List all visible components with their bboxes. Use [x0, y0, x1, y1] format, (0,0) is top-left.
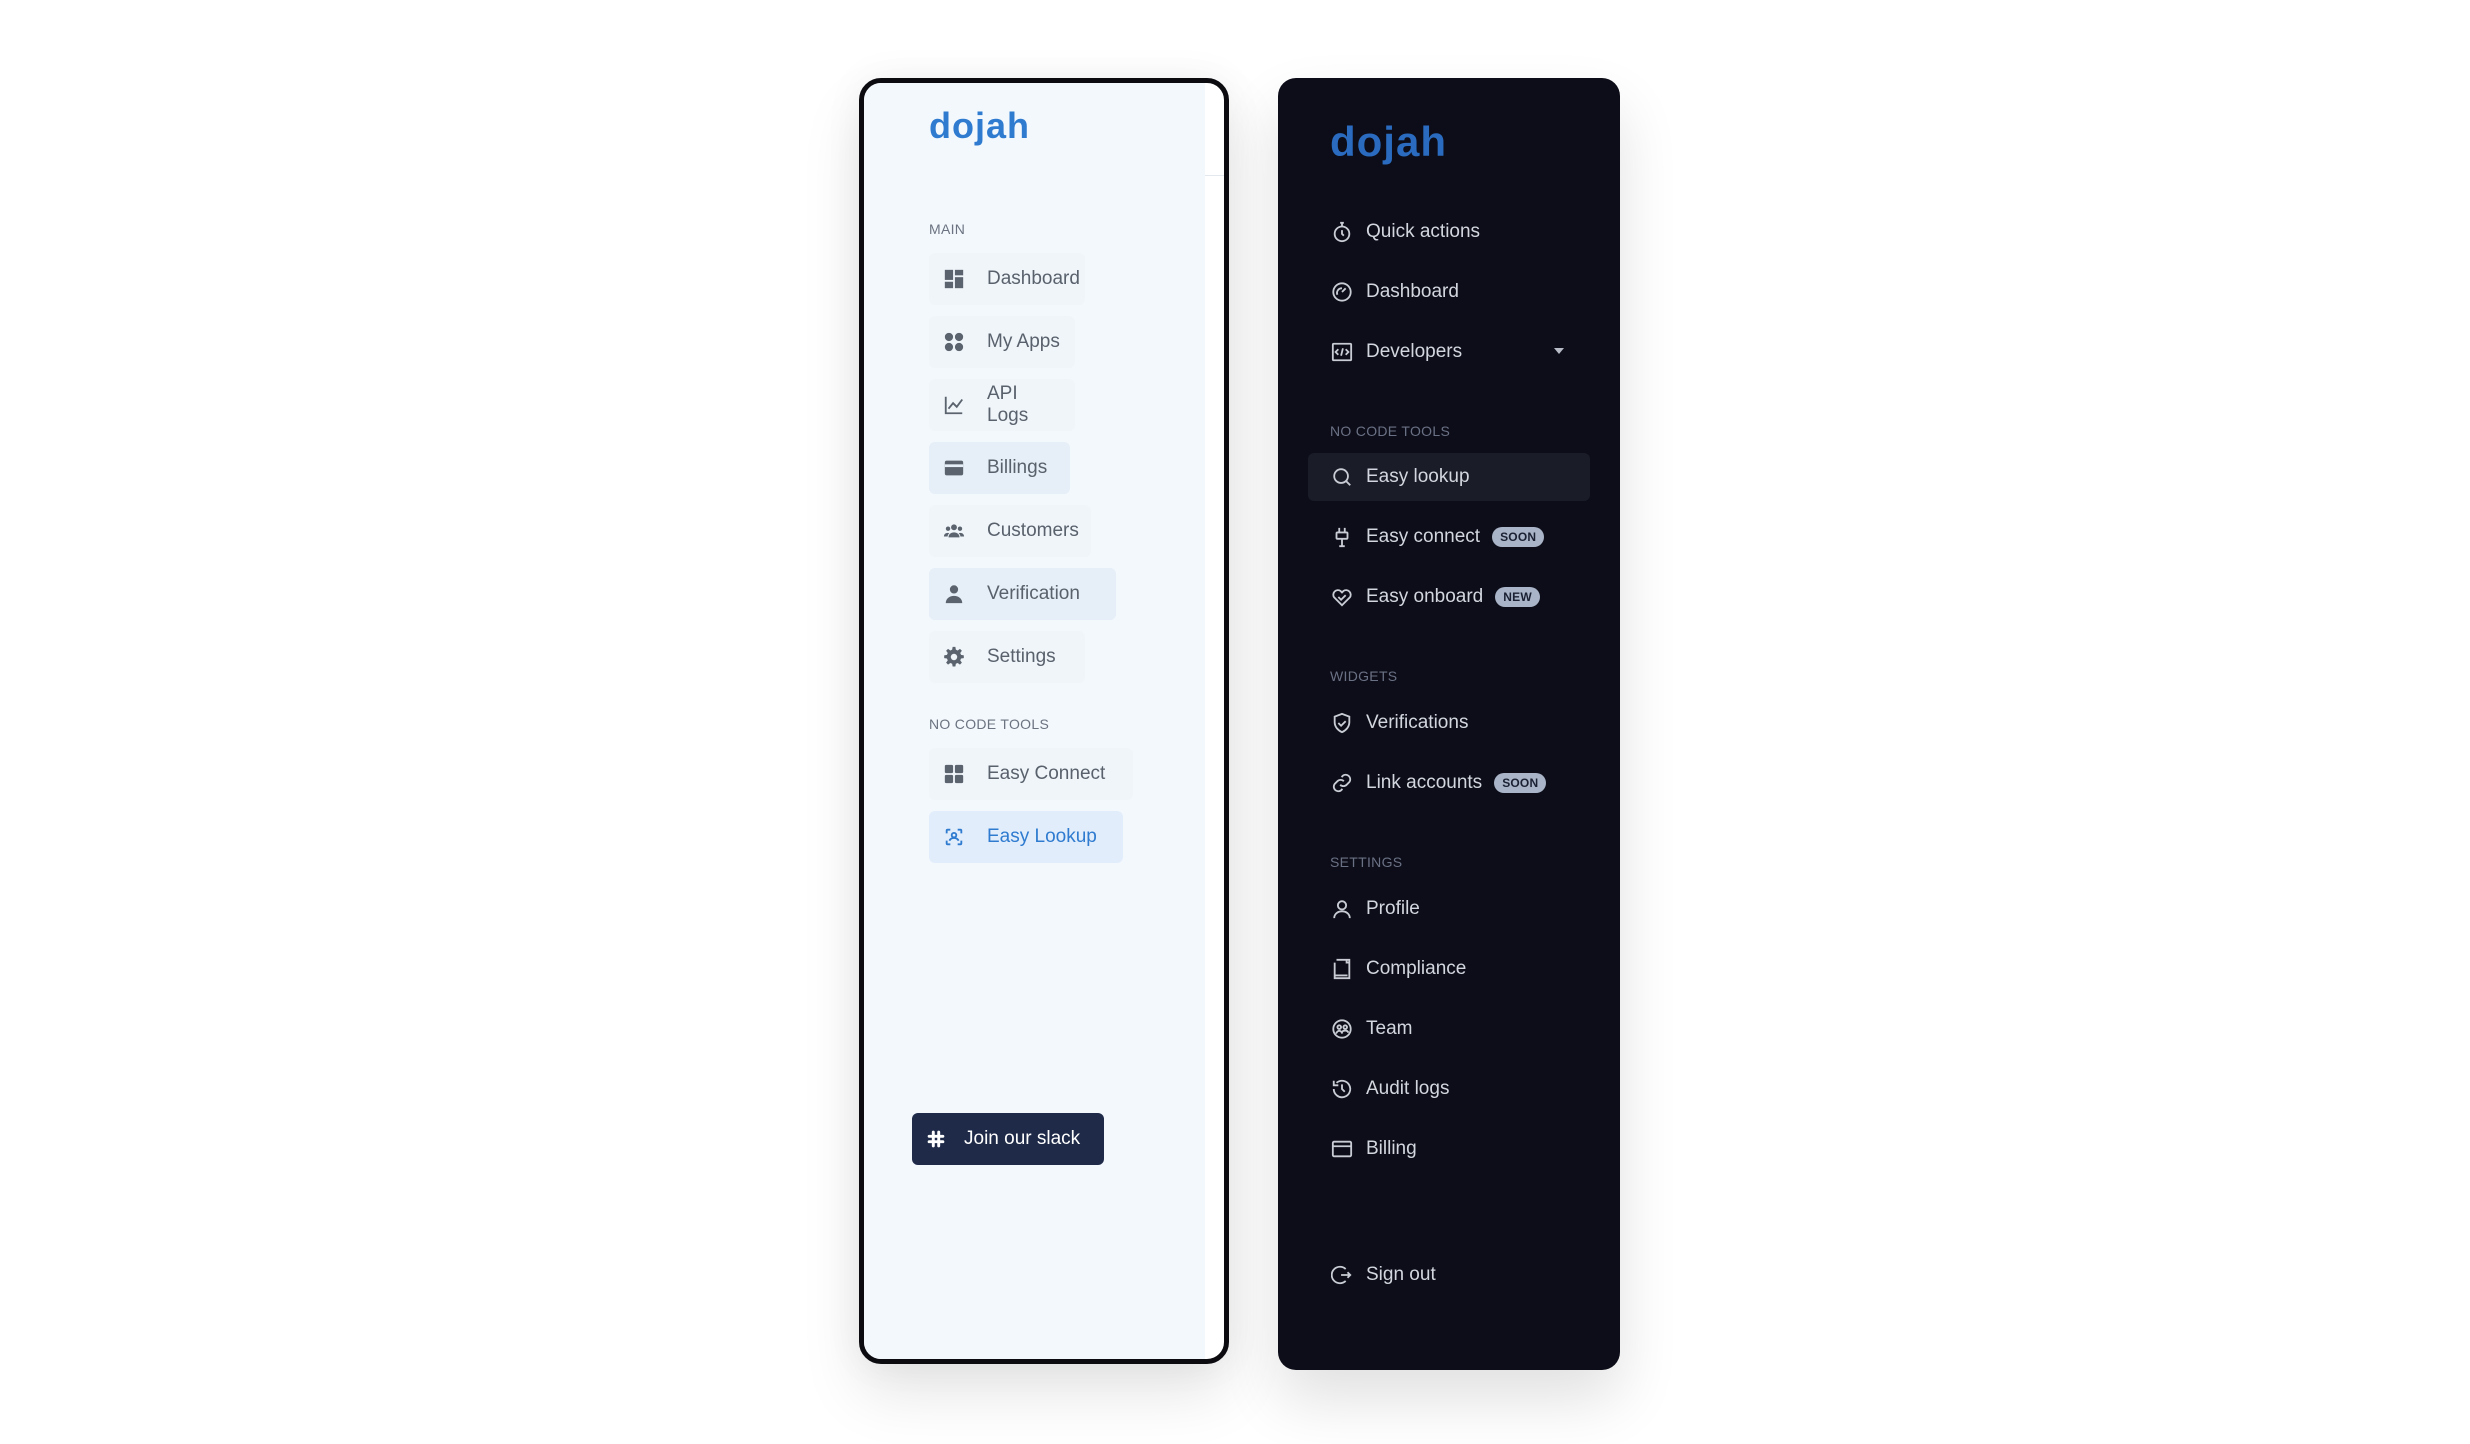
nav-item-easy-connect[interactable]: Easy Connect — [929, 748, 1133, 800]
nav-item-link-accounts[interactable]: Link accounts SOON — [1308, 759, 1590, 807]
nav-item-easy-lookup[interactable]: Easy Lookup — [929, 811, 1123, 863]
nav-item-settings[interactable]: Settings — [929, 631, 1085, 683]
history-icon — [1330, 1077, 1354, 1101]
nav-item-compliance[interactable]: Compliance — [1308, 945, 1590, 993]
nav-item-label: Easy Lookup — [987, 826, 1097, 847]
nav-item-billings[interactable]: Billings — [929, 442, 1070, 494]
shield-check-icon — [1330, 711, 1354, 735]
nav-item-label: Sign out — [1366, 1264, 1436, 1285]
nav-item-billing[interactable]: Billing — [1308, 1125, 1590, 1173]
nav-item-profile[interactable]: Profile — [1308, 885, 1590, 933]
nav-item-label: Billing — [1366, 1138, 1417, 1159]
apps-icon — [943, 331, 965, 353]
nav-item-verification[interactable]: Verification — [929, 568, 1116, 620]
plug-icon — [1330, 525, 1354, 549]
section-label-main: MAIN — [929, 221, 966, 237]
nav-item-label: Easy connect — [1366, 526, 1481, 547]
user-icon — [1330, 897, 1354, 921]
nav-item-my-apps[interactable]: My Apps — [929, 316, 1075, 368]
handshake-icon — [1330, 585, 1354, 609]
nav-item-verifications[interactable]: Verifications — [1308, 699, 1590, 747]
nav-item-label: Developers — [1366, 341, 1463, 362]
dashboard-icon — [943, 268, 965, 290]
link-icon — [1330, 771, 1354, 795]
nav-item-label: Customers — [987, 520, 1079, 541]
chart-icon — [943, 394, 965, 416]
nav-item-label: Settings — [987, 646, 1056, 667]
join-slack-button[interactable]: Join our slack — [912, 1113, 1104, 1165]
nav-item-label: Team — [1366, 1018, 1413, 1039]
search-icon — [1330, 465, 1354, 489]
soon-badge: SOON — [1492, 527, 1545, 547]
section-label-settings: SETTINGS — [1330, 854, 1403, 870]
stopwatch-icon — [1330, 220, 1354, 244]
nav-item-easy-lookup[interactable]: Easy lookup — [1308, 453, 1590, 501]
nav-item-label: Easy onboard — [1366, 586, 1484, 607]
nav-item-easy-onboard[interactable]: Easy onboard NEW — [1308, 573, 1590, 621]
nav-item-label: Easy Connect — [987, 763, 1106, 784]
lookup-icon — [943, 826, 965, 848]
users-icon — [943, 520, 965, 542]
nav-item-label: API Logs — [987, 383, 1029, 426]
nav-item-label: Compliance — [1366, 958, 1467, 979]
join-slack-label: Join our slack — [964, 1128, 1081, 1149]
nav-item-dashboard[interactable]: Dashboard — [929, 253, 1085, 305]
document-icon — [1330, 957, 1354, 981]
nav-item-developers[interactable]: Developers — [1308, 328, 1590, 376]
nav-item-team[interactable]: Team — [1308, 1005, 1590, 1053]
dark-sidebar: dojah Quick actions Dashboard Developers… — [1278, 78, 1620, 1370]
card-icon — [943, 457, 965, 479]
gear-icon — [943, 646, 965, 668]
gauge-icon — [1330, 280, 1354, 304]
card-icon — [1330, 1137, 1354, 1161]
person-icon — [943, 583, 965, 605]
nav-item-label: Dashboard — [1366, 281, 1459, 302]
nav-item-audit-logs[interactable]: Audit logs — [1308, 1065, 1590, 1113]
code-icon — [1330, 340, 1354, 364]
nav-item-label: Profile — [1366, 898, 1420, 919]
header-divider — [1205, 175, 1224, 176]
dojah-logo[interactable]: dojah — [929, 105, 1030, 147]
nav-item-quick-actions[interactable]: Quick actions — [1308, 208, 1590, 256]
nav-item-api-logs[interactable]: API Logs — [929, 379, 1075, 431]
sign-out-icon — [1330, 1263, 1354, 1287]
section-label-no-code: NO CODE TOOLS — [929, 716, 1050, 732]
grid-icon — [943, 763, 965, 785]
nav-item-customers[interactable]: Customers — [929, 505, 1091, 557]
nav-item-label: Verification — [987, 583, 1080, 604]
nav-item-easy-connect[interactable]: Easy connect SOON — [1308, 513, 1590, 561]
soon-badge: SOON — [1494, 773, 1547, 793]
nav-item-label: Dashboard — [987, 268, 1080, 289]
nav-item-label: Billings — [987, 457, 1048, 478]
light-sidebar-frame: dojah MAIN Dashboard My Apps API Logs Bi — [859, 78, 1229, 1364]
nav-item-sign-out[interactable]: Sign out — [1308, 1251, 1590, 1299]
nav-item-label: Link accounts — [1366, 772, 1483, 793]
nav-item-dashboard[interactable]: Dashboard — [1308, 268, 1590, 316]
slack-icon — [926, 1128, 948, 1150]
section-label-no-code: NO CODE TOOLS — [1330, 423, 1451, 439]
nav-item-label: My Apps — [987, 331, 1060, 352]
nav-item-label: Audit logs — [1366, 1078, 1450, 1099]
nav-item-label: Verifications — [1366, 712, 1469, 733]
dojah-logo[interactable]: dojah — [1330, 118, 1447, 166]
chevron-down-icon[interactable] — [1554, 348, 1564, 354]
light-sidebar: dojah MAIN Dashboard My Apps API Logs Bi — [864, 83, 1205, 1359]
team-icon — [1330, 1017, 1354, 1041]
nav-item-label: Quick actions — [1366, 221, 1481, 242]
section-label-widgets: WIDGETS — [1330, 668, 1398, 684]
new-badge: NEW — [1495, 587, 1540, 607]
nav-item-label: Easy lookup — [1366, 466, 1470, 487]
